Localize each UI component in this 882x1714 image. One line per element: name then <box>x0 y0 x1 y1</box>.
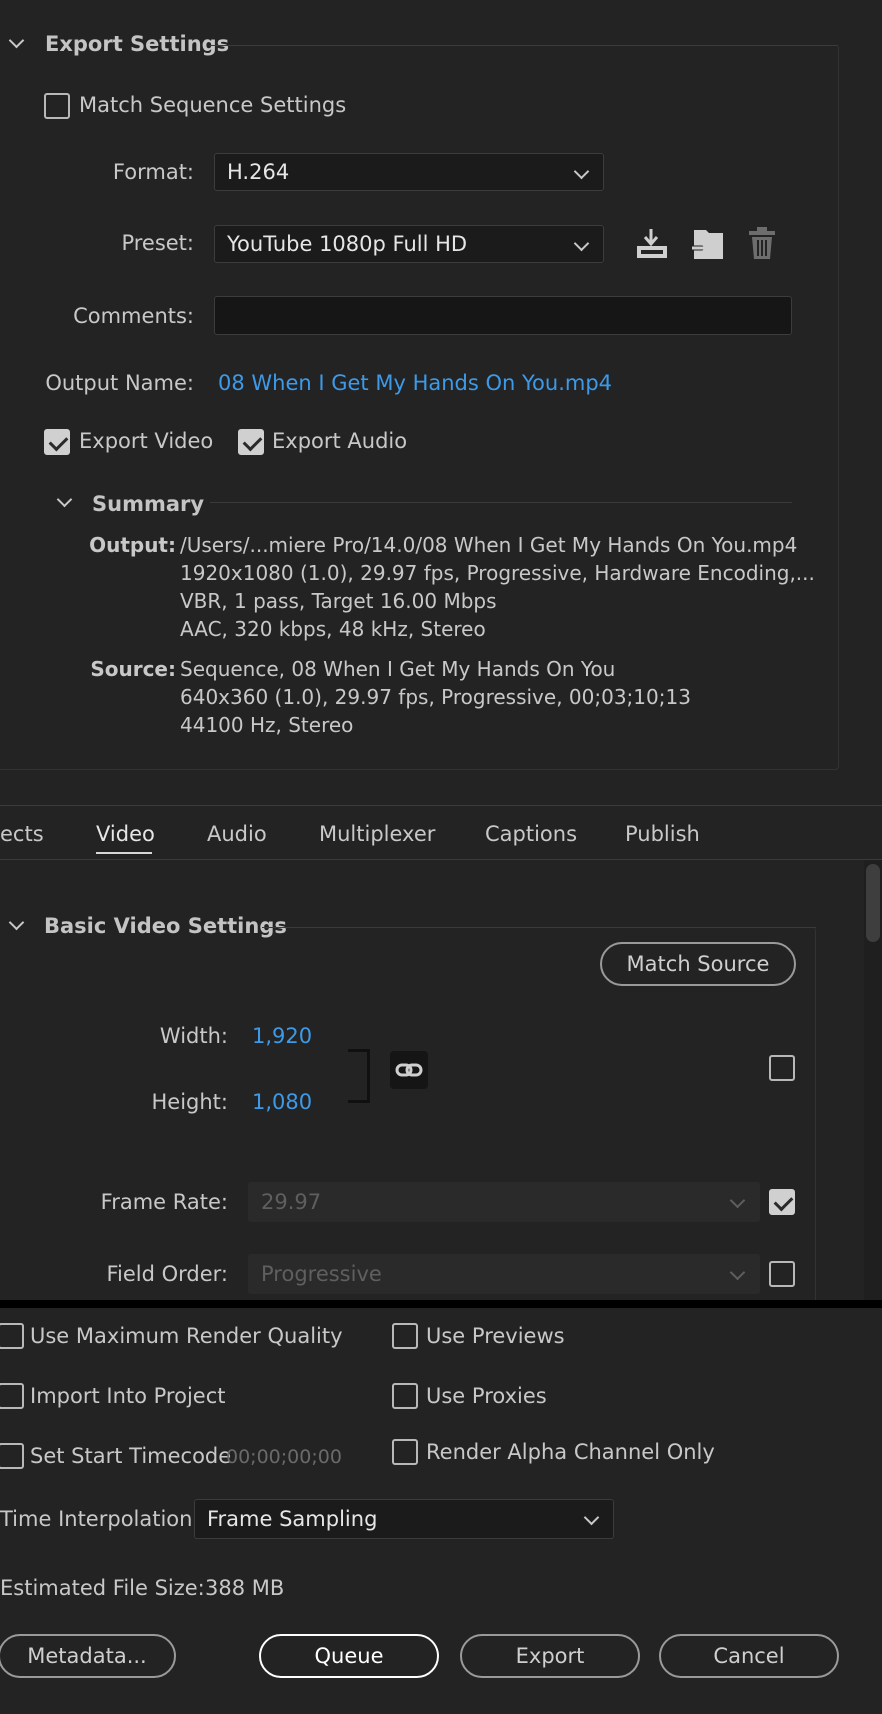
start-timecode-checkbox[interactable] <box>0 1443 24 1469</box>
panel-splitter[interactable] <box>0 1300 882 1308</box>
use-previews-checkbox[interactable] <box>392 1323 418 1349</box>
link-icon[interactable] <box>390 1051 428 1089</box>
time-interpolation-select[interactable]: Frame Sampling <box>194 1499 614 1539</box>
summary-output-line: 1920x1080 (1.0), 29.97 fps, Progressive,… <box>180 561 815 585</box>
summary-output-label: Output: <box>89 533 176 557</box>
tab-captions[interactable]: Captions <box>485 822 577 846</box>
start-timecode-label: Set Start Timecode <box>30 1444 232 1468</box>
scrollbar-thumb[interactable] <box>866 864 880 942</box>
time-interpolation-value: Frame Sampling <box>207 1507 378 1531</box>
preset-select[interactable]: YouTube 1080p Full HD <box>214 225 604 263</box>
estimated-file-size-label: Estimated File Size: <box>0 1576 205 1600</box>
width-label: Width: <box>159 1024 228 1048</box>
time-interpolation-label: Time Interpolation: <box>0 1507 200 1531</box>
match-sequence-label: Match Sequence Settings <box>79 93 347 117</box>
chevron-down-icon <box>729 1264 746 1281</box>
start-timecode-value: 00;00;00;00 <box>226 1446 342 1468</box>
field-order-label: Field Order: <box>106 1262 228 1286</box>
chevron-down-icon <box>573 163 590 180</box>
metadata-button[interactable]: Metadata... <box>0 1634 176 1678</box>
match-source-button[interactable]: Match Source <box>600 942 796 986</box>
summary-source-line: 640x360 (1.0), 29.97 fps, Progressive, 0… <box>180 685 691 709</box>
format-select[interactable]: H.264 <box>214 153 604 191</box>
tab-publish[interactable]: Publish <box>625 822 700 846</box>
tabs-bottom-divider <box>0 859 882 860</box>
tab-video[interactable]: Video <box>96 822 155 846</box>
frame-rate-select[interactable]: 29.97 <box>248 1182 760 1222</box>
estimated-file-size-value: 388 MB <box>205 1576 285 1600</box>
field-order-select[interactable]: Progressive <box>248 1254 760 1294</box>
summary-divider <box>210 502 792 503</box>
width-value[interactable]: 1,920 <box>252 1024 312 1048</box>
comments-input[interactable] <box>214 296 792 335</box>
summary-output-line: AAC, 320 kbps, 48 kHz, Stereo <box>180 617 486 641</box>
summary-output-line: /Users/...miere Pro/14.0/08 When I Get M… <box>180 533 798 557</box>
chevron-down-icon <box>573 235 590 252</box>
active-tab-underline <box>96 852 152 854</box>
frame-rate-checkbox[interactable] <box>769 1189 795 1215</box>
format-label: Format: <box>112 160 194 184</box>
chevron-down-icon <box>583 1509 600 1526</box>
frame-rate-label: Frame Rate: <box>100 1190 228 1214</box>
export-audio-label: Export Audio <box>272 429 408 453</box>
trash-icon[interactable] <box>746 226 778 262</box>
use-proxies-checkbox[interactable] <box>392 1383 418 1409</box>
tab-audio[interactable]: Audio <box>207 822 267 846</box>
export-video-label: Export Video <box>79 429 214 453</box>
export-button[interactable]: Export <box>460 1634 640 1678</box>
summary-title: Summary <box>92 492 205 516</box>
output-name-label: Output Name: <box>45 371 194 395</box>
preset-value: YouTube 1080p Full HD <box>227 232 468 256</box>
render-alpha-checkbox[interactable] <box>392 1439 418 1465</box>
export-audio-checkbox[interactable] <box>238 429 264 455</box>
basic-video-divider <box>262 927 816 928</box>
field-order-checkbox[interactable] <box>769 1261 795 1287</box>
use-previews-label: Use Previews <box>426 1324 565 1348</box>
preset-label: Preset: <box>121 231 194 255</box>
save-preset-icon[interactable] <box>634 226 670 262</box>
comments-label: Comments: <box>73 304 194 328</box>
summary-source-label: Source: <box>90 657 176 681</box>
field-order-value: Progressive <box>261 1262 382 1286</box>
import-into-project-label: Import Into Project <box>30 1384 226 1408</box>
max-render-quality-label: Use Maximum Render Quality <box>30 1324 343 1348</box>
tab-effects[interactable]: ects <box>0 822 44 846</box>
max-render-quality-checkbox[interactable] <box>0 1323 24 1349</box>
height-label: Height: <box>151 1090 229 1114</box>
height-value[interactable]: 1,080 <box>252 1090 312 1114</box>
chevron-down-icon <box>729 1192 746 1209</box>
summary-output-line: VBR, 1 pass, Target 16.00 Mbps <box>180 589 497 613</box>
resize-checkbox[interactable] <box>769 1055 795 1081</box>
render-alpha-label: Render Alpha Channel Only <box>426 1440 715 1464</box>
import-preset-icon[interactable] <box>690 226 726 262</box>
match-sequence-checkbox[interactable] <box>44 93 70 119</box>
tab-multiplexer[interactable]: Multiplexer <box>319 822 435 846</box>
cancel-button[interactable]: Cancel <box>659 1634 839 1678</box>
export-video-checkbox[interactable] <box>44 429 70 455</box>
summary-source-line: Sequence, 08 When I Get My Hands On You <box>180 657 616 681</box>
summary-source-line: 44100 Hz, Stereo <box>180 713 354 737</box>
tabs-top-divider <box>0 805 882 806</box>
import-into-project-checkbox[interactable] <box>0 1383 24 1409</box>
link-bracket <box>348 1049 370 1103</box>
output-name-link[interactable]: 08 When I Get My Hands On You.mp4 <box>218 371 612 395</box>
queue-button[interactable]: Queue <box>259 1634 439 1678</box>
frame-rate-value: 29.97 <box>261 1190 322 1214</box>
format-value: H.264 <box>227 160 290 184</box>
use-proxies-label: Use Proxies <box>426 1384 547 1408</box>
